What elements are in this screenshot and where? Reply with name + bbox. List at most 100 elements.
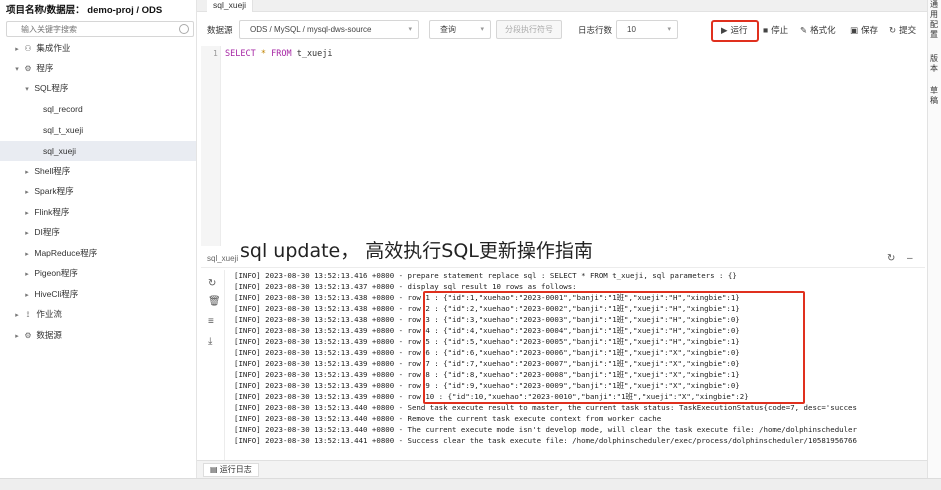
- footer-strip: [0, 478, 941, 490]
- sql-keyword: FROM: [271, 49, 292, 59]
- tree-item-label: 数据源: [36, 330, 62, 340]
- gear-icon: ⚙: [24, 331, 32, 340]
- search-input[interactable]: [7, 22, 167, 36]
- datasource-label: 数据源: [207, 25, 233, 35]
- stop-label: 停止: [771, 25, 789, 35]
- tree-item-hivecli-programs[interactable]: ▸ HiveCli程序: [0, 284, 196, 304]
- log-line: [INFO] 2023-08-30 13:52:13.441 +0800 - S…: [234, 436, 857, 445]
- tree-item-label: sql_record: [43, 104, 83, 114]
- mode-select[interactable]: 查询 ▾: [429, 20, 491, 39]
- log-line: [INFO] 2023-08-30 13:52:13.440 +0800 - T…: [234, 425, 857, 434]
- tree-item-pigeon-programs[interactable]: ▸ Pigeon程序: [0, 263, 196, 283]
- side-panel-char: 配: [930, 20, 938, 29]
- log-rows-value: 10: [627, 25, 636, 34]
- datasource-value: ODS / MySQL / mysql-dws-source: [250, 25, 372, 34]
- search-box[interactable]: [6, 21, 194, 37]
- run-button[interactable]: ▶ 运行: [721, 24, 748, 36]
- caret-down-icon[interactable]: ▾: [12, 60, 22, 80]
- submit-icon: ↻: [889, 25, 897, 35]
- tree-item-programs[interactable]: ▾ ⚙ 程序: [0, 58, 196, 78]
- wrap-icon[interactable]: ≡: [208, 316, 214, 327]
- line-number: 1: [213, 49, 218, 58]
- mode-value: 查询: [440, 25, 456, 34]
- log-rows-label: 日志行数: [578, 25, 613, 35]
- tree-item-di-programs[interactable]: ▸ DI程序: [0, 222, 196, 242]
- tab-sql-xueji[interactable]: sql_xueji: [207, 0, 254, 12]
- format-button[interactable]: ✎ 格式化: [800, 24, 836, 36]
- sql-identifier: t_xueji: [296, 49, 333, 59]
- tree-item-label: 程序: [36, 63, 54, 73]
- download-icon[interactable]: ⤓: [208, 336, 212, 347]
- tree-item-label: DI程序: [34, 227, 60, 237]
- caret-right-icon[interactable]: ▸: [22, 245, 32, 265]
- tree-item-datasources[interactable]: ▸ ⚙ 数据源: [0, 325, 196, 345]
- save-button[interactable]: ▣ 保存: [850, 24, 878, 36]
- play-icon: ▶: [721, 25, 728, 35]
- workflow-icon: ⟟: [26, 310, 30, 319]
- tree-item-mapreduce-programs[interactable]: ▸ MapReduce程序: [0, 243, 196, 263]
- tree-item-label: MapReduce程序: [34, 248, 98, 258]
- stop-button[interactable]: ■ 停止: [763, 24, 788, 36]
- format-label: 格式化: [810, 25, 836, 35]
- save-label: 保存: [861, 25, 879, 35]
- search-icon[interactable]: [179, 24, 189, 34]
- tree-item-label: HiveCli程序: [34, 289, 79, 299]
- refresh-log-icon[interactable]: ↻: [208, 278, 216, 289]
- caret-right-icon[interactable]: ▸: [22, 183, 32, 203]
- bottom-panel-bar: ▤ 运行日志: [197, 460, 927, 478]
- document-icon: ▤: [210, 465, 218, 474]
- right-side-panel[interactable]: 通 用 配 置 版 本 草 稿: [927, 0, 941, 490]
- caret-right-icon[interactable]: ▸: [22, 265, 32, 285]
- tree-item-label: sql_xueji: [43, 146, 77, 156]
- tree-item-sql-xueji[interactable]: sql_xueji: [0, 141, 196, 161]
- project-tree-sidebar: 项目名称/数据层： demo-proj / ODS ▸⚇ 集成作业 ▾⚙ 程序 …: [0, 0, 197, 490]
- run-label: 运行: [730, 25, 748, 35]
- minimize-icon[interactable]: –: [907, 253, 913, 264]
- tree-item-spark-programs[interactable]: ▸ Spark程序: [0, 181, 196, 201]
- delete-icon[interactable]: 🗑: [208, 296, 221, 307]
- side-panel-char: 本: [930, 64, 938, 73]
- caret-right-icon[interactable]: ▸: [12, 306, 22, 326]
- submit-button[interactable]: ↻ 提交: [889, 24, 916, 36]
- tree-item-label: SQL程序: [34, 83, 69, 93]
- chevron-down-icon: ▾: [408, 26, 412, 33]
- integration-icon: ⚇: [24, 44, 32, 53]
- caret-down-icon[interactable]: ▾: [22, 80, 32, 100]
- caret-right-icon[interactable]: ▸: [22, 286, 32, 306]
- side-panel-char: 用: [930, 10, 938, 19]
- gear-icon: ⚙: [24, 64, 32, 73]
- sql-editor[interactable]: 1 SELECT * FROM t_xueji: [201, 46, 925, 246]
- run-log-tab[interactable]: ▤ 运行日志: [203, 463, 259, 477]
- overlay-caption: sql update， 高效执行SQL更新操作指南: [240, 240, 593, 262]
- caret-right-icon[interactable]: ▸: [22, 163, 32, 183]
- log-line: [INFO] 2023-08-30 13:52:13.440 +0800 - R…: [234, 414, 662, 423]
- log-output[interactable]: [INFO] 2023-08-30 13:52:13.416 +0800 - p…: [234, 270, 924, 460]
- log-tab[interactable]: sql_xueji: [207, 254, 238, 263]
- caret-right-icon[interactable]: ▸: [12, 40, 22, 60]
- sql-operator: *: [260, 49, 266, 59]
- side-panel-char: 稿: [930, 96, 938, 105]
- caret-right-icon[interactable]: ▸: [22, 204, 32, 224]
- tree-item-flink-programs[interactable]: ▸ Flink程序: [0, 202, 196, 222]
- brush-icon: ✎: [800, 25, 808, 35]
- tree-item-sql-t-xueji[interactable]: sql_t_xueji: [0, 120, 196, 140]
- caret-right-icon[interactable]: ▸: [12, 327, 22, 347]
- code-line[interactable]: SELECT * FROM t_xueji: [225, 49, 333, 59]
- refresh-icon[interactable]: ↻: [887, 253, 895, 264]
- log-rows-select[interactable]: 10 ▾: [616, 20, 678, 39]
- tree-item-label: Pigeon程序: [34, 268, 78, 278]
- tree-item-shell-programs[interactable]: ▸ Shell程序: [0, 161, 196, 181]
- sql-keyword: SELECT: [225, 49, 256, 59]
- tree-item-integration-jobs[interactable]: ▸ ⚇ 集成作业: [0, 38, 196, 58]
- tree-item-workflows[interactable]: ▸ ⟟ 作业流: [0, 304, 196, 324]
- log-tools-column: ↻ 🗑 ≡ ⤓: [201, 270, 225, 460]
- tree-item-sql-record[interactable]: sql_record: [0, 99, 196, 119]
- tree-item-sql-programs[interactable]: ▾ SQL程序: [0, 78, 196, 98]
- tree-item-label: sql_t_xueji: [43, 125, 84, 135]
- datasource-select[interactable]: ODS / MySQL / mysql-dws-source ▾: [239, 20, 419, 39]
- editor-toolbar: 数据源 ODS / MySQL / mysql-dws-source ▾ 查询 …: [197, 16, 927, 44]
- caret-right-icon[interactable]: ▸: [22, 224, 32, 244]
- line-gutter: 1: [201, 46, 221, 246]
- side-panel-char: 版: [930, 54, 938, 63]
- split-execution-button[interactable]: 分段执行符号: [496, 20, 562, 39]
